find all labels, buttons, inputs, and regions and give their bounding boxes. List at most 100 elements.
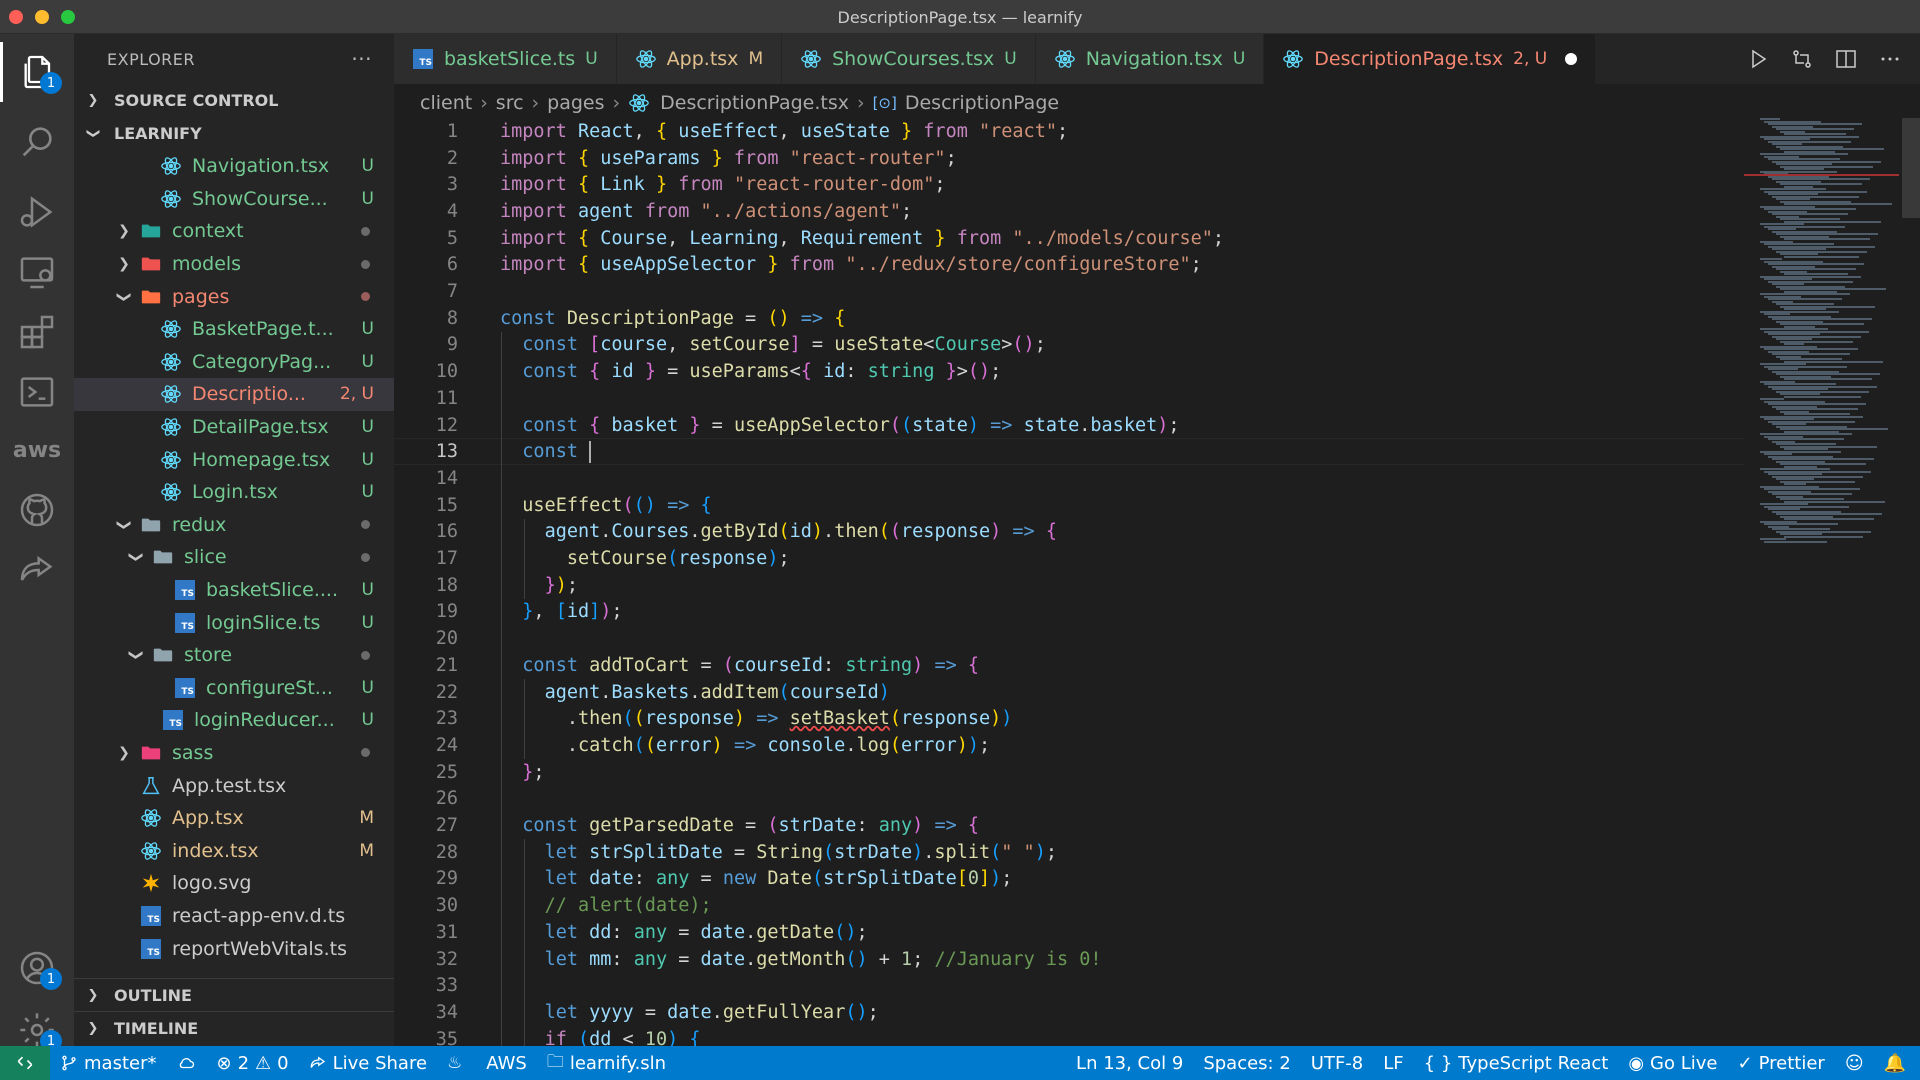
cursor-position[interactable]: Ln 13, Col 9 <box>1066 1053 1193 1074</box>
tree-item[interactable]: ❯ store <box>74 639 394 672</box>
code-editor[interactable]: 1 import React, { useEffect, useState } f… <box>394 118 1744 1046</box>
run-debug-activity-button[interactable] <box>0 182 74 242</box>
tree-item[interactable]: BasketPage.t... U <box>74 313 394 346</box>
editor-tab[interactable]: DescriptionPage.tsx 2, U <box>1264 34 1597 84</box>
code-line[interactable]: 7 <box>394 278 1744 305</box>
code-line[interactable]: 22 agent.Baskets.addItem(courseId) <box>394 679 1744 706</box>
tree-item[interactable]: ❯ models <box>74 248 394 281</box>
breadcrumb-item[interactable]: src <box>496 92 524 114</box>
tree-item[interactable]: logo.svg <box>74 867 394 900</box>
tree-item[interactable]: ❯ slice <box>74 541 394 574</box>
tree-item[interactable]: TS loginSlice.ts U <box>74 606 394 639</box>
tree-item[interactable]: index.tsx M <box>74 834 394 867</box>
editor-scrollbar-thumb[interactable] <box>1902 118 1920 218</box>
run-icon[interactable] <box>1746 47 1770 71</box>
code-line[interactable]: 9 const [course, setCourse] = useState<C… <box>394 332 1744 359</box>
code-line[interactable]: 29 let date: any = new Date(strSplitDate… <box>394 866 1744 893</box>
live-share-activity-button[interactable] <box>0 540 74 600</box>
tree-item[interactable]: ❯ sass <box>74 737 394 770</box>
editor-tab[interactable]: ShowCourses.tsx U <box>782 34 1036 84</box>
code-line[interactable]: 8 const DescriptionPage = () => { <box>394 305 1744 332</box>
minimap[interactable] <box>1744 118 1920 1046</box>
search-activity-button[interactable] <box>0 112 74 172</box>
tree-item[interactable]: App.test.tsx <box>74 769 394 802</box>
editor-tab[interactable]: App.tsx M <box>616 34 783 84</box>
tree-item[interactable]: TS configureSt... U <box>74 672 394 705</box>
tree-item[interactable]: ShowCourse... U <box>74 183 394 216</box>
code-line[interactable]: 24 .catch((error) => console.log(error))… <box>394 732 1744 759</box>
code-line[interactable]: 33 <box>394 972 1744 999</box>
tree-item[interactable]: TS reportWebVitals.ts <box>74 932 394 965</box>
tree-item[interactable]: CategoryPag... U <box>74 346 394 379</box>
code-line[interactable]: 21 const addToCart = (courseId: string) … <box>394 652 1744 679</box>
editor-tab[interactable]: TS basketSlice.ts U <box>394 34 617 84</box>
tree-item[interactable]: DetailPage.tsx U <box>74 411 394 444</box>
code-line[interactable]: 15 useEffect(() => { <box>394 492 1744 519</box>
encoding-status[interactable]: UTF-8 <box>1301 1053 1373 1074</box>
code-line[interactable]: 2 import { useParams } from "react-router… <box>394 145 1744 172</box>
code-line[interactable]: 11 <box>394 385 1744 412</box>
remote-explorer-activity-button[interactable] <box>0 242 74 302</box>
github-activity-button[interactable] <box>0 480 74 540</box>
breadcrumb-item[interactable]: DescriptionPage <box>905 92 1059 114</box>
tree-item[interactable]: TS loginReducer... U <box>74 704 394 737</box>
outline-section[interactable]: ❯ OUTLINE <box>74 978 394 1011</box>
extensions-activity-button[interactable] <box>0 302 74 362</box>
timeline-section[interactable]: ❯ TIMELINE <box>74 1011 394 1044</box>
sync-status[interactable] <box>166 1054 206 1072</box>
accounts-activity-button[interactable]: 1 <box>0 938 74 998</box>
solution-status[interactable]: 🗀 learnify.sln <box>537 1049 676 1078</box>
notifications-button[interactable]: 🔔 <box>1874 1053 1920 1074</box>
code-line[interactable]: 12 const { basket } = useAppSelector((st… <box>394 412 1744 439</box>
code-line[interactable]: 19 }, [id]); <box>394 599 1744 626</box>
eol-status[interactable]: LF <box>1373 1053 1413 1074</box>
code-line[interactable]: 30 // alert(date); <box>394 892 1744 919</box>
remote-indicator[interactable] <box>0 1046 50 1080</box>
tree-item[interactable]: Navigation.tsx U <box>74 150 394 183</box>
code-line[interactable]: 28 let strSplitDate = String(strDate).sp… <box>394 839 1744 866</box>
code-line[interactable]: 1 import React, { useEffect, useState } f… <box>394 118 1744 145</box>
editor-tab[interactable]: Navigation.tsx U <box>1035 34 1265 84</box>
indentation-status[interactable]: Spaces: 2 <box>1193 1053 1300 1074</box>
code-line[interactable]: 25 }; <box>394 759 1744 786</box>
breadcrumb-item[interactable]: pages <box>547 92 604 114</box>
problems-status[interactable]: ⊗ 2 ⚠ 0 <box>206 1053 298 1074</box>
code-line[interactable]: 23 .then((response) => setBasket(respons… <box>394 705 1744 732</box>
code-line[interactable]: 5 import { Course, Learning, Requirement … <box>394 225 1744 252</box>
code-line[interactable]: 32 let mm: any = date.getMonth() + 1; //… <box>394 946 1744 973</box>
code-line[interactable]: 31 let dd: any = date.getDate(); <box>394 919 1744 946</box>
terminal-activity-button[interactable] <box>0 362 74 422</box>
code-line[interactable]: 4 import agent from "../actions/agent"; <box>394 198 1744 225</box>
unsaved-dot-indicator[interactable] <box>1565 53 1578 65</box>
code-line[interactable]: 18 }); <box>394 572 1744 599</box>
code-line[interactable]: 26 <box>394 786 1744 813</box>
tree-item[interactable]: Homepage.tsx U <box>74 443 394 476</box>
branch-status[interactable]: master* <box>50 1053 166 1074</box>
tree-item[interactable]: TS react-app-env.d.ts <box>74 900 394 933</box>
language-mode[interactable]: { } TypeScript React <box>1414 1053 1619 1074</box>
aws-activity-button[interactable]: aws <box>0 420 74 480</box>
compare-changes-icon[interactable] <box>1790 47 1814 71</box>
code-line[interactable]: 34 let yyyy = date.getFullYear(); <box>394 999 1744 1026</box>
explorer-activity-button[interactable]: 1 <box>0 42 74 102</box>
more-actions-icon[interactable] <box>1878 47 1902 71</box>
live-share-status[interactable]: Live Share <box>299 1053 437 1074</box>
explorer-more-button[interactable]: ··· <box>351 47 372 71</box>
source-control-section[interactable]: ❯ SOURCE CONTROL <box>74 84 394 117</box>
prettier-status[interactable]: ✓ Prettier <box>1728 1053 1835 1074</box>
breadcrumb-item[interactable]: client <box>420 92 472 114</box>
code-line[interactable]: 35 if (dd < 10) { <box>394 1026 1744 1046</box>
aws-status[interactable]: ♨ AWS <box>437 1053 537 1074</box>
feedback-button[interactable]: ☺ <box>1835 1053 1874 1074</box>
code-line[interactable]: 20 <box>394 625 1744 652</box>
code-line[interactable]: 6 import { useAppSelector } from "../redu… <box>394 252 1744 279</box>
code-line[interactable]: 13 const <box>394 438 1744 466</box>
code-line[interactable]: 3 import { Link } from "react-router-dom"… <box>394 171 1744 198</box>
code-line[interactable]: 14 <box>394 465 1744 492</box>
go-live-status[interactable]: ◉ Go Live <box>1618 1053 1727 1074</box>
project-section[interactable]: ❯ LEARNIFY <box>74 117 394 150</box>
split-editor-icon[interactable] <box>1834 47 1858 71</box>
tree-item[interactable]: App.tsx M <box>74 802 394 835</box>
tree-item[interactable]: Login.tsx U <box>74 476 394 509</box>
code-line[interactable]: 27 const getParsedDate = (strDate: any) … <box>394 812 1744 839</box>
